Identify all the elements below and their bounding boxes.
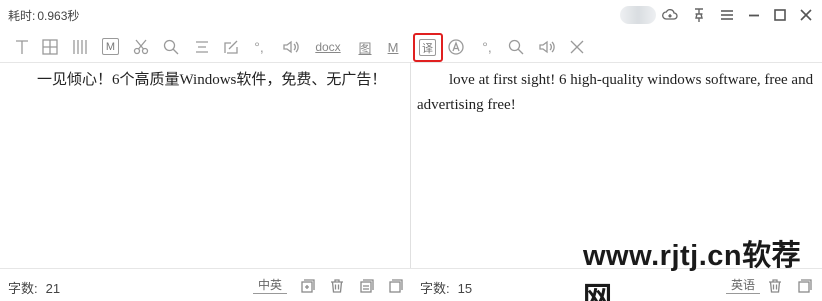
cloud-sync-icon[interactable] (660, 5, 680, 25)
window-copy-icon[interactable] (387, 277, 405, 295)
edit-icon[interactable] (221, 36, 241, 58)
trash-icon[interactable] (328, 277, 346, 295)
translated-text-pane[interactable]: love at first sight! 6 high-quality wind… (417, 68, 817, 118)
speaker-icon[interactable] (279, 36, 303, 58)
left-word-count: 字数: 21 (8, 278, 60, 297)
align-icon[interactable] (192, 36, 212, 58)
add-file-icon[interactable] (299, 277, 317, 295)
columns-icon[interactable] (69, 36, 91, 58)
text-cursor-icon[interactable] (12, 36, 32, 58)
trash-icon-right[interactable] (766, 277, 784, 295)
status-bar: 字数: 21 中英 字数: 15 英语 (0, 270, 822, 301)
maximize-icon[interactable] (770, 5, 790, 25)
search-icon[interactable] (161, 36, 181, 58)
scissors-icon[interactable] (130, 36, 152, 58)
left-count-label: 字数: (8, 281, 38, 296)
elapsed-time: 耗时: 0.963秒 (8, 7, 79, 24)
title-bar: 耗时: 0.963秒 (0, 0, 822, 30)
copy-icon[interactable] (358, 277, 376, 295)
divider-middle (410, 62, 411, 268)
translate-highlight-box (413, 33, 443, 62)
punctuation-icon[interactable]: °, (251, 36, 267, 58)
close-icon[interactable] (796, 5, 816, 25)
right-word-count: 字数: 15 (420, 278, 472, 297)
clear-icon[interactable] (567, 36, 587, 58)
elapsed-label: 耗时: (8, 9, 36, 23)
m-button[interactable]: M (385, 36, 401, 58)
markdown-icon[interactable]: M (102, 38, 119, 55)
elapsed-value: 0.963秒 (37, 9, 80, 23)
docx-button[interactable]: docx (311, 36, 345, 58)
speaker-icon-right[interactable] (535, 36, 559, 58)
divider-top (0, 62, 822, 63)
right-count-value: 15 (457, 281, 473, 296)
blurred-avatar (620, 6, 656, 24)
toolbar: M °, docx 图 M 译 °, (0, 34, 822, 60)
minimize-icon[interactable] (744, 5, 764, 25)
right-count-label: 字数: (420, 281, 450, 296)
pin-icon[interactable] (689, 5, 709, 25)
target-language-button[interactable]: 英语 (726, 275, 761, 294)
source-text-pane[interactable]: 一见倾心！6个高质量Windows软件，免费、无广告！ (7, 68, 405, 93)
search-icon-right[interactable] (506, 36, 526, 58)
source-language-button[interactable]: 中英 (253, 275, 288, 294)
punctuation-icon-right[interactable]: °, (479, 36, 495, 58)
image-button[interactable]: 图 (356, 36, 374, 58)
menu-icon[interactable] (717, 5, 737, 25)
circle-a-icon[interactable] (446, 36, 466, 58)
left-count-value: 21 (45, 281, 61, 296)
grid-icon[interactable] (40, 36, 60, 58)
window-copy-icon-right[interactable] (796, 277, 814, 295)
